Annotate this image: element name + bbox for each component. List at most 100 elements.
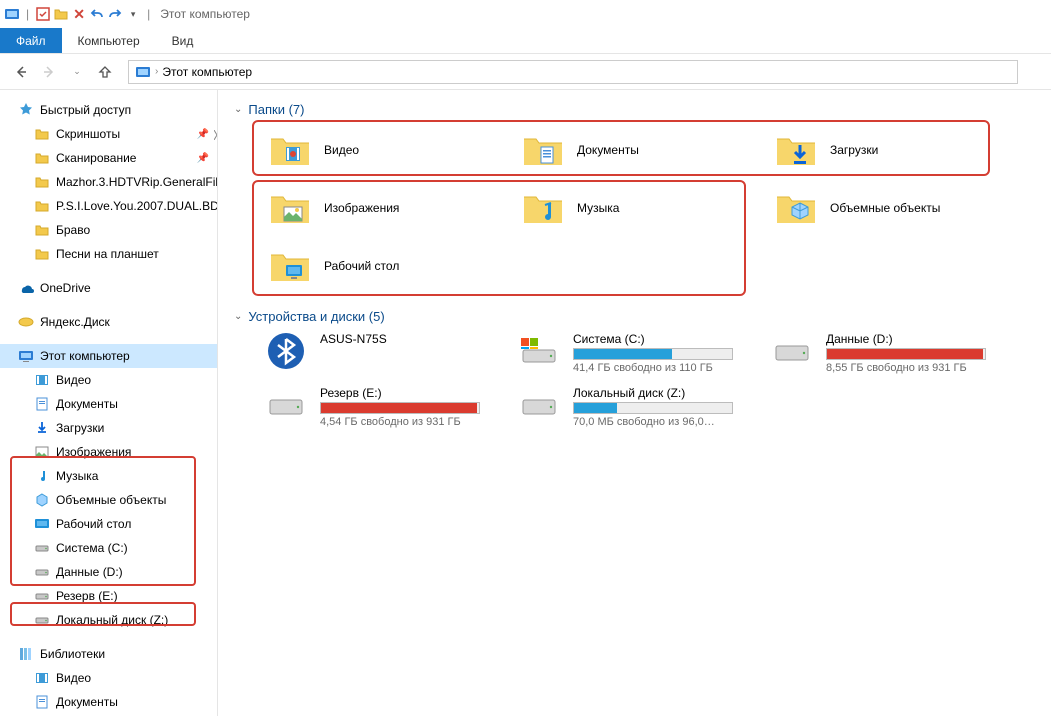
drive-item[interactable]: Данные (D:) 8,55 ГБ свободно из 931 ГБ (770, 332, 1015, 374)
breadcrumb[interactable]: › Этот компьютер (128, 60, 1018, 84)
image-icon (34, 444, 50, 460)
tree-quick-access-item[interactable]: P.S.I.Love.You.2007.DUAL.BDRip (0, 194, 217, 218)
properties-icon[interactable] (35, 6, 51, 22)
tree-libraries[interactable]: Библиотеки (0, 642, 217, 666)
folder-item[interactable]: Загрузки (770, 125, 1015, 175)
new-folder-icon[interactable] (53, 6, 69, 22)
tree-this-pc[interactable]: Этот компьютер (0, 344, 217, 368)
tree-pc-item[interactable]: Изображения (0, 440, 217, 464)
tree-label: Сканирование (56, 151, 136, 165)
redo-icon[interactable] (107, 6, 123, 22)
drive-usage-bar (573, 348, 733, 360)
folder-item[interactable]: Видео (264, 125, 509, 175)
chevron-right-icon[interactable]: › (155, 66, 158, 77)
star-icon (18, 102, 34, 118)
drive-free-text: 41,4 ГБ свободно из 110 ГБ (573, 362, 762, 374)
group-header-drives[interactable]: ⌄ Устройства и диски (5) (234, 309, 1043, 324)
qat-dropdown-icon[interactable]: ▾ (125, 6, 141, 22)
tree-yandex-disk[interactable]: Яндекс.Диск (0, 310, 217, 334)
drive-item[interactable]: Локальный диск (Z:) 70,0 МБ свободно из … (517, 386, 762, 428)
tree-quick-access-item[interactable]: Песни на планшет (0, 242, 217, 266)
tree-label: Изображения (56, 445, 131, 459)
osdrive-icon (517, 332, 561, 370)
tree-library-item[interactable]: Видео (0, 666, 217, 690)
3d-icon (34, 492, 50, 508)
tree-label: Яндекс.Диск (40, 315, 110, 329)
sidebar: Быстрый доступ Скриншоты📌 Сканирование 📌 Ma… (0, 90, 218, 716)
breadcrumb-segment[interactable]: Этот компьютер (162, 65, 252, 79)
pc-icon (18, 348, 34, 364)
content-pane: ⌄ Папки (7) ВидеоДокументыЗагрузки Изобра… (218, 90, 1051, 716)
app-icon (4, 6, 20, 22)
group-label: Папки (7) (248, 102, 304, 117)
tree-label: OneDrive (40, 281, 91, 295)
delete-icon[interactable]: ✕ (71, 6, 87, 22)
tree-quick-access-item[interactable]: Скриншоты📌 (0, 122, 217, 146)
tree-onedrive[interactable]: OneDrive (0, 276, 217, 300)
tree-quick-access-item[interactable]: Браво (0, 218, 217, 242)
tree-pc-item[interactable]: Рабочий стол (0, 512, 217, 536)
nav-forward-button[interactable] (38, 61, 60, 83)
video-icon (34, 372, 50, 388)
tree-label: Этот компьютер (40, 349, 130, 363)
nav-up-button[interactable] (94, 61, 116, 83)
libraries-icon (18, 646, 34, 662)
tree-label: Загрузки (56, 421, 104, 435)
folder-item[interactable]: Рабочий стол (264, 241, 509, 291)
drive-name: Резерв (E:) (320, 386, 509, 400)
onedrive-icon (18, 280, 34, 296)
tree-label: Рабочий стол (56, 517, 131, 531)
tree-label: Объемные объекты (56, 493, 166, 507)
folder-item[interactable]: Изображения (264, 183, 509, 233)
tree-library-item[interactable]: Документы (0, 690, 217, 714)
folder-icon (34, 150, 50, 166)
tree-label: Система (C:) (56, 541, 128, 555)
ribbon-tab-computer[interactable]: Компьютер (62, 28, 156, 53)
folder-icon (34, 198, 50, 214)
drive-item[interactable]: ASUS-N75S (264, 332, 509, 374)
tree-label: Видео (56, 373, 91, 387)
tree-quick-access-item[interactable]: Mazhor.3.HDTVRip.GeneralFilm (0, 170, 217, 194)
folder-item[interactable]: Музыка (517, 183, 762, 233)
tree-pc-item[interactable]: Данные (D:) (0, 560, 217, 584)
folder-item[interactable]: Объемные объекты (770, 183, 1015, 233)
drive-usage-bar (320, 402, 480, 414)
pin-icon: 📌 (197, 153, 209, 164)
group-header-folders[interactable]: ⌄ Папки (7) (234, 102, 1043, 117)
document-icon (34, 396, 50, 412)
folder-icon (34, 126, 50, 142)
drive-item[interactable]: Система (C:) 41,4 ГБ свободно из 110 ГБ (517, 332, 762, 374)
tree-label: Резерв (E:) (56, 589, 118, 603)
folder-item[interactable]: Документы (517, 125, 762, 175)
tree-pc-item[interactable]: Документы (0, 392, 217, 416)
tree-pc-item[interactable]: Загрузки (0, 416, 217, 440)
tree-pc-item[interactable]: Система (C:) (0, 536, 217, 560)
nav-back-button[interactable] (10, 61, 32, 83)
folder-label: Музыка (577, 201, 619, 215)
drive-name: Локальный диск (Z:) (573, 386, 762, 400)
nav-recent-dropdown[interactable]: ⌄ (66, 61, 88, 83)
tree-pc-item[interactable]: Музыка (0, 464, 217, 488)
tree-pc-item[interactable]: Объемные объекты (0, 488, 217, 512)
music-icon (34, 468, 50, 484)
ribbon: Файл Компьютер Вид (0, 28, 1051, 54)
drive-icon (517, 386, 561, 424)
nav-bar: ⌄ › Этот компьютер (0, 54, 1051, 90)
tree-pc-item[interactable]: Резерв (E:) (0, 584, 217, 608)
tree-pc-item[interactable]: Видео (0, 368, 217, 392)
undo-icon[interactable] (89, 6, 105, 22)
drive-usage-bar (573, 402, 733, 414)
drive-item[interactable]: Резерв (E:) 4,54 ГБ свободно из 931 ГБ (264, 386, 509, 428)
drive-icon (34, 612, 50, 628)
ribbon-tab-file[interactable]: Файл (0, 28, 62, 53)
tree-quick-access[interactable]: Быстрый доступ (0, 98, 217, 122)
pin-icon: 📌 (197, 129, 209, 140)
qat-separator: | (147, 7, 150, 21)
chevron-down-icon: ⌄ (234, 104, 242, 115)
ribbon-tab-view[interactable]: Вид (156, 28, 210, 53)
drive-icon (770, 332, 814, 370)
title-bar: | ✕ ▾ | Этот компьютер (0, 0, 1051, 28)
tree-label: Локальный диск (Z:) (56, 613, 168, 627)
tree-quick-access-item[interactable]: Сканирование 📌 (0, 146, 217, 170)
tree-pc-item[interactable]: Локальный диск (Z:) (0, 608, 217, 632)
